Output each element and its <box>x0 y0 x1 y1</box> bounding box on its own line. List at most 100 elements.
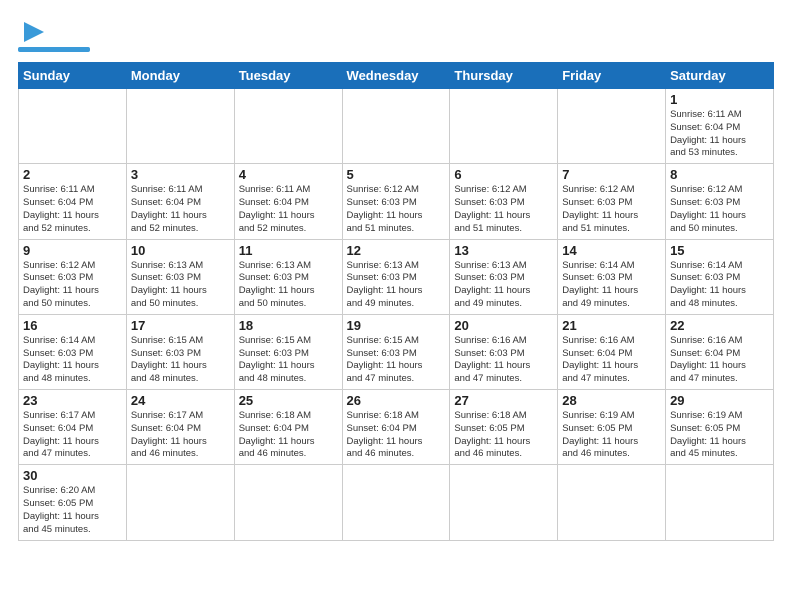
calendar-cell <box>342 89 450 164</box>
day-number: 14 <box>562 243 661 258</box>
day-info: Sunrise: 6:12 AM Sunset: 6:03 PM Dayligh… <box>23 260 122 311</box>
day-number: 12 <box>347 243 446 258</box>
day-info: Sunrise: 6:11 AM Sunset: 6:04 PM Dayligh… <box>670 109 769 160</box>
calendar-cell: 28 Sunrise: 6:19 AM Sunset: 6:05 PM Dayli… <box>558 390 666 465</box>
calendar-cell: 19 Sunrise: 6:15 AM Sunset: 6:03 PM Dayli… <box>342 314 450 389</box>
day-number: 22 <box>670 318 769 333</box>
day-number: 19 <box>347 318 446 333</box>
day-number: 1 <box>670 92 769 107</box>
day-info: Sunrise: 6:17 AM Sunset: 6:04 PM Dayligh… <box>131 410 230 461</box>
day-info: Sunrise: 6:13 AM Sunset: 6:03 PM Dayligh… <box>239 260 338 311</box>
header <box>18 18 774 52</box>
calendar-cell: 4Sunrise: 6:11 AM Sunset: 6:04 PM Daylig… <box>234 164 342 239</box>
day-info: Sunrise: 6:16 AM Sunset: 6:03 PM Dayligh… <box>454 335 553 386</box>
day-number: 25 <box>239 393 338 408</box>
calendar-week-3: 9 Sunrise: 6:12 AM Sunset: 6:03 PM Daylig… <box>19 239 774 314</box>
day-number: 27 <box>454 393 553 408</box>
calendar-cell: 21 Sunrise: 6:16 AM Sunset: 6:04 PM Dayli… <box>558 314 666 389</box>
calendar-cell: 23Sunrise: 6:17 AM Sunset: 6:04 PM Dayli… <box>19 390 127 465</box>
weekday-header-sunday: Sunday <box>19 63 127 89</box>
calendar-cell: 14 Sunrise: 6:14 AM Sunset: 6:03 PM Dayli… <box>558 239 666 314</box>
calendar-cell <box>450 465 558 540</box>
day-number: 10 <box>131 243 230 258</box>
calendar-cell: 8 Sunrise: 6:12 AM Sunset: 6:03 PM Daylig… <box>666 164 774 239</box>
day-info: Sunrise: 6:17 AM Sunset: 6:04 PM Dayligh… <box>23 410 122 461</box>
weekday-header-row: SundayMondayTuesdayWednesdayThursdayFrid… <box>19 63 774 89</box>
day-info: Sunrise: 6:16 AM Sunset: 6:04 PM Dayligh… <box>562 335 661 386</box>
day-number: 24 <box>131 393 230 408</box>
calendar-cell: 2Sunrise: 6:11 AM Sunset: 6:04 PM Daylig… <box>19 164 127 239</box>
day-info: Sunrise: 6:18 AM Sunset: 6:04 PM Dayligh… <box>239 410 338 461</box>
day-info: Sunrise: 6:16 AM Sunset: 6:04 PM Dayligh… <box>670 335 769 386</box>
calendar-cell: 25 Sunrise: 6:18 AM Sunset: 6:04 PM Dayli… <box>234 390 342 465</box>
calendar-week-2: 2 Sunrise: 6:11 AM Sunset: 6:04 PM Daylig… <box>19 164 774 239</box>
calendar-cell: 12 Sunrise: 6:13 AM Sunset: 6:03 PM Dayli… <box>342 239 450 314</box>
calendar-cell: 15Sunrise: 6:14 AM Sunset: 6:03 PM Dayli… <box>666 239 774 314</box>
weekday-header-tuesday: Tuesday <box>234 63 342 89</box>
day-info: Sunrise: 6:15 AM Sunset: 6:03 PM Dayligh… <box>131 335 230 386</box>
calendar-cell <box>558 89 666 164</box>
calendar-cell <box>450 89 558 164</box>
day-info: Sunrise: 6:18 AM Sunset: 6:04 PM Dayligh… <box>347 410 446 461</box>
weekday-header-friday: Friday <box>558 63 666 89</box>
calendar-cell: 10Sunrise: 6:13 AM Sunset: 6:03 PM Dayli… <box>126 239 234 314</box>
day-number: 17 <box>131 318 230 333</box>
weekday-header-saturday: Saturday <box>666 63 774 89</box>
day-info: Sunrise: 6:12 AM Sunset: 6:03 PM Dayligh… <box>562 184 661 235</box>
calendar-cell: 22 Sunrise: 6:16 AM Sunset: 6:04 PM Dayli… <box>666 314 774 389</box>
calendar-cell <box>666 465 774 540</box>
day-info: Sunrise: 6:15 AM Sunset: 6:03 PM Dayligh… <box>347 335 446 386</box>
calendar-cell: 3 Sunrise: 6:11 AM Sunset: 6:04 PM Daylig… <box>126 164 234 239</box>
day-info: Sunrise: 6:14 AM Sunset: 6:03 PM Dayligh… <box>562 260 661 311</box>
day-info: Sunrise: 6:20 AM Sunset: 6:05 PM Dayligh… <box>23 485 122 536</box>
calendar-cell: 9 Sunrise: 6:12 AM Sunset: 6:03 PM Daylig… <box>19 239 127 314</box>
day-info: Sunrise: 6:13 AM Sunset: 6:03 PM Dayligh… <box>347 260 446 311</box>
calendar-cell <box>342 465 450 540</box>
weekday-header-monday: Monday <box>126 63 234 89</box>
weekday-header-wednesday: Wednesday <box>342 63 450 89</box>
day-number: 28 <box>562 393 661 408</box>
day-info: Sunrise: 6:14 AM Sunset: 6:03 PM Dayligh… <box>23 335 122 386</box>
logo-underline <box>18 47 90 52</box>
calendar-cell: 26Sunrise: 6:18 AM Sunset: 6:04 PM Dayli… <box>342 390 450 465</box>
calendar-cell: 30 Sunrise: 6:20 AM Sunset: 6:05 PM Dayli… <box>19 465 127 540</box>
calendar-cell <box>234 89 342 164</box>
day-number: 2 <box>23 167 122 182</box>
calendar-cell <box>126 465 234 540</box>
calendar-cell: 7 Sunrise: 6:12 AM Sunset: 6:03 PM Daylig… <box>558 164 666 239</box>
day-number: 30 <box>23 468 122 483</box>
calendar-cell: 11 Sunrise: 6:13 AM Sunset: 6:03 PM Dayli… <box>234 239 342 314</box>
calendar-week-5: 23Sunrise: 6:17 AM Sunset: 6:04 PM Dayli… <box>19 390 774 465</box>
calendar-cell: 29 Sunrise: 6:19 AM Sunset: 6:05 PM Dayli… <box>666 390 774 465</box>
calendar-week-4: 16Sunrise: 6:14 AM Sunset: 6:03 PM Dayli… <box>19 314 774 389</box>
day-number: 3 <box>131 167 230 182</box>
calendar-cell <box>234 465 342 540</box>
calendar-cell: 20Sunrise: 6:16 AM Sunset: 6:03 PM Dayli… <box>450 314 558 389</box>
day-number: 21 <box>562 318 661 333</box>
day-number: 9 <box>23 243 122 258</box>
calendar-cell: 1 Sunrise: 6:11 AM Sunset: 6:04 PM Daylig… <box>666 89 774 164</box>
day-info: Sunrise: 6:15 AM Sunset: 6:03 PM Dayligh… <box>239 335 338 386</box>
logo <box>18 18 90 52</box>
calendar-cell: 6 Sunrise: 6:12 AM Sunset: 6:03 PM Daylig… <box>450 164 558 239</box>
day-info: Sunrise: 6:19 AM Sunset: 6:05 PM Dayligh… <box>670 410 769 461</box>
day-number: 8 <box>670 167 769 182</box>
day-number: 29 <box>670 393 769 408</box>
day-info: Sunrise: 6:13 AM Sunset: 6:03 PM Dayligh… <box>454 260 553 311</box>
day-number: 11 <box>239 243 338 258</box>
day-info: Sunrise: 6:12 AM Sunset: 6:03 PM Dayligh… <box>454 184 553 235</box>
calendar-cell <box>558 465 666 540</box>
day-info: Sunrise: 6:19 AM Sunset: 6:05 PM Dayligh… <box>562 410 661 461</box>
day-number: 13 <box>454 243 553 258</box>
calendar-table: SundayMondayTuesdayWednesdayThursdayFrid… <box>18 62 774 541</box>
calendar-cell: 27Sunrise: 6:18 AM Sunset: 6:05 PM Dayli… <box>450 390 558 465</box>
day-number: 6 <box>454 167 553 182</box>
day-number: 4 <box>239 167 338 182</box>
day-info: Sunrise: 6:12 AM Sunset: 6:03 PM Dayligh… <box>670 184 769 235</box>
day-number: 7 <box>562 167 661 182</box>
calendar-week-6: 30 Sunrise: 6:20 AM Sunset: 6:05 PM Dayli… <box>19 465 774 540</box>
calendar-cell: 13 Sunrise: 6:13 AM Sunset: 6:03 PM Dayli… <box>450 239 558 314</box>
day-info: Sunrise: 6:11 AM Sunset: 6:04 PM Dayligh… <box>131 184 230 235</box>
day-number: 15 <box>670 243 769 258</box>
calendar-week-1: 1 Sunrise: 6:11 AM Sunset: 6:04 PM Daylig… <box>19 89 774 164</box>
